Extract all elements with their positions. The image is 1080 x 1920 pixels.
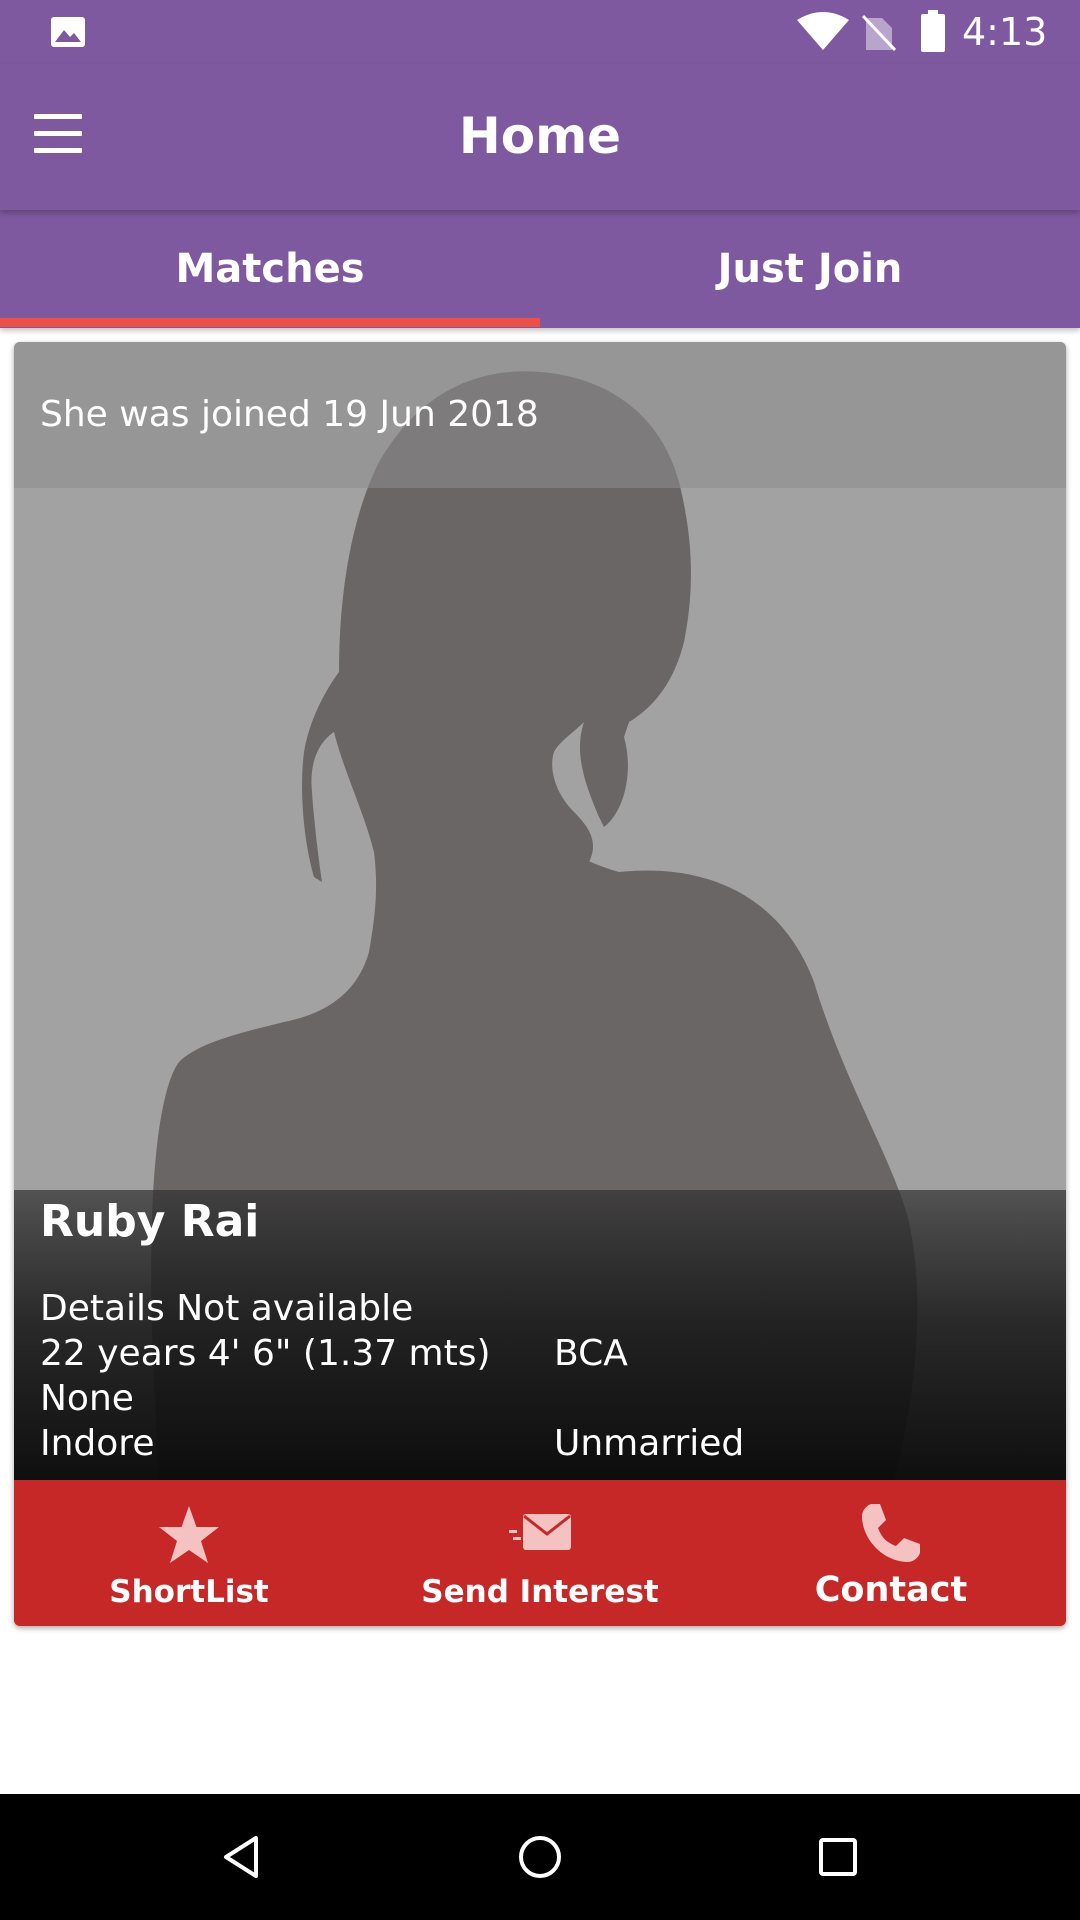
shortlist-label: ShortList [109, 1574, 269, 1610]
back-icon[interactable] [206, 1822, 276, 1892]
send-interest-label: Send Interest [421, 1574, 659, 1610]
star-icon [159, 1506, 219, 1563]
shortlist-button[interactable]: ShortList [14, 1480, 364, 1626]
send-interest-button[interactable]: Send Interest [364, 1480, 716, 1626]
profile-age-height: 22 years 4' 6" (1.37 mts) [40, 1333, 491, 1374]
wifi-icon [797, 12, 849, 50]
contact-label: Contact [814, 1570, 968, 1610]
battery-icon [921, 10, 945, 52]
joined-date-text: She was joined 19 Jun 2018 [40, 394, 539, 435]
profile-name: Ruby Rai [40, 1196, 260, 1247]
profile-education: BCA [554, 1333, 628, 1374]
gallery-notification-icon [51, 17, 85, 47]
profile-card[interactable]: She was joined 19 Jun 2018 Ruby Rai Deta… [14, 342, 1066, 1626]
profile-details: Details Not available [40, 1288, 414, 1329]
page-title: Home [458, 107, 622, 165]
tab-bar: Matches Just Join [0, 210, 1080, 328]
no-sim-icon [862, 14, 896, 52]
status-time: 4:13 [962, 10, 1048, 54]
screen: 4:13 Home Matches Just Join She was join… [0, 0, 1080, 1920]
status-bar: 4:13 [0, 0, 1080, 64]
system-navigation-bar [0, 1794, 1080, 1920]
tab-just-join[interactable]: Just Join [540, 210, 1080, 328]
phone-icon [862, 1504, 920, 1562]
profile-extra: None [40, 1378, 134, 1419]
contact-button[interactable]: Contact [716, 1480, 1066, 1626]
recents-square-icon[interactable] [803, 1822, 873, 1892]
mail-send-icon [509, 1514, 571, 1550]
home-circle-icon[interactable] [505, 1822, 575, 1892]
profile-action-bar: ShortList Send Interest Contact [14, 1480, 1066, 1626]
profile-city: Indore [40, 1423, 155, 1464]
app-bar: Home [0, 64, 1080, 210]
tab-matches[interactable]: Matches [0, 210, 540, 328]
tab-selected-indicator [0, 318, 540, 327]
profile-marital-status: Unmarried [554, 1423, 745, 1464]
